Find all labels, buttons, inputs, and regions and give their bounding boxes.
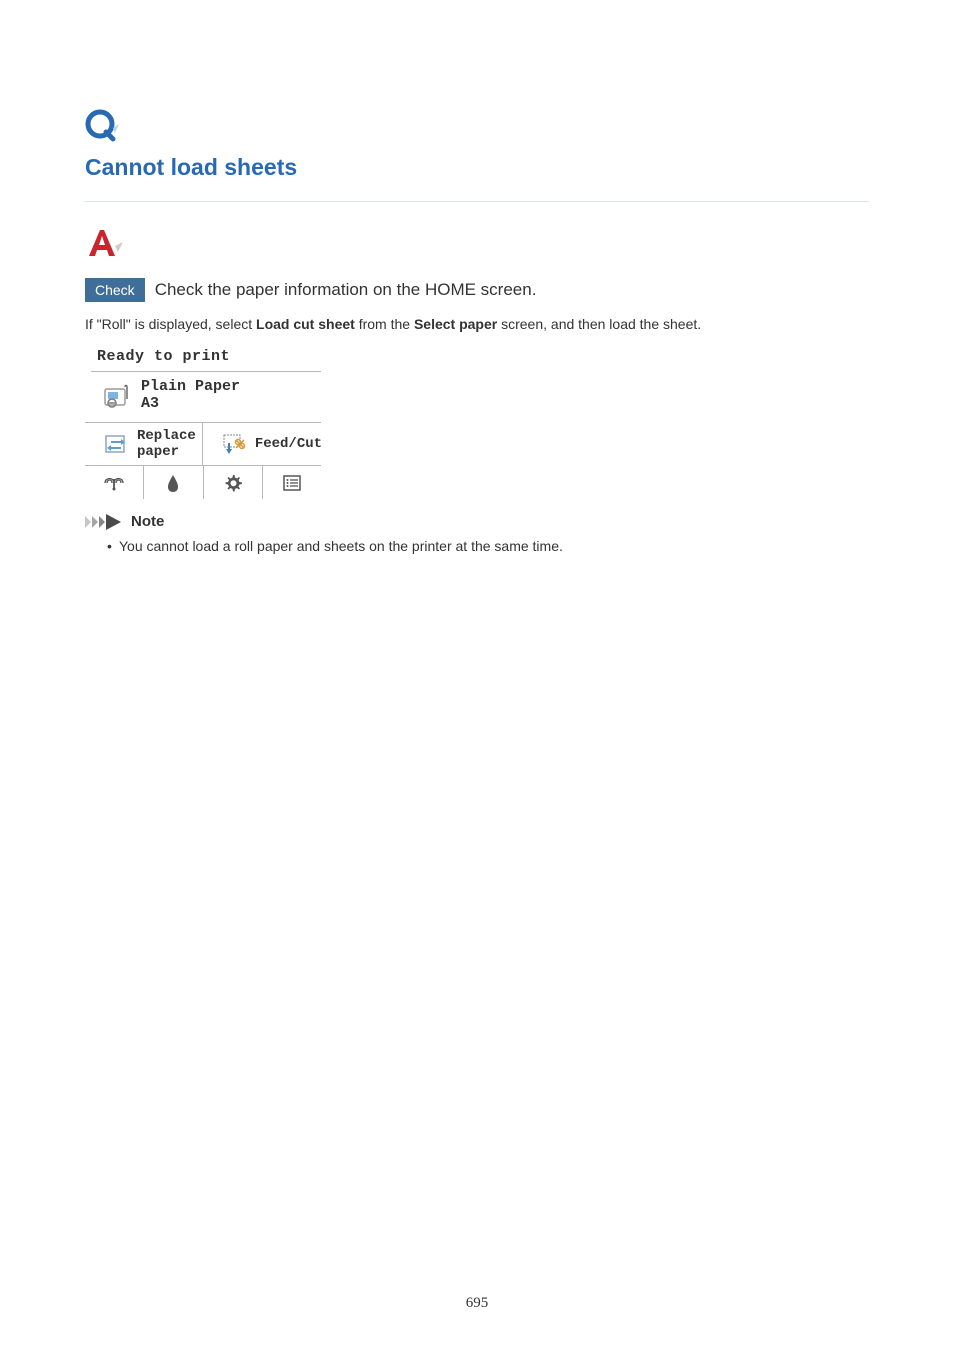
chevron-icon <box>85 514 125 530</box>
paper-roll-icon <box>103 381 131 409</box>
settings-button[interactable] <box>204 466 263 499</box>
check-badge: Check <box>85 278 145 302</box>
list-icon <box>282 474 302 492</box>
ink-button[interactable] <box>144 466 203 499</box>
replace-paper-button[interactable]: Replace paper <box>85 423 203 465</box>
feed-cut-label: Feed/Cut <box>255 436 322 452</box>
feed-cut-icon <box>221 431 247 457</box>
replace-paper-label: Replace paper <box>137 428 196 460</box>
instruction-text: If "Roll" is displayed, select Load cut … <box>85 316 869 332</box>
paper-info-row[interactable]: Plain Paper A3 <box>85 372 321 422</box>
check-instruction: Check the paper information on the HOME … <box>155 280 537 300</box>
page-number: 695 <box>0 1295 954 1312</box>
wifi-icon <box>103 473 125 493</box>
jobs-button[interactable] <box>263 466 321 499</box>
printer-home-screen: Ready to print Plain Paper A3 <box>85 346 321 499</box>
question-icon <box>85 108 869 144</box>
feed-cut-button[interactable]: Feed/Cut <box>203 423 328 465</box>
answer-icon <box>85 226 869 260</box>
gear-icon <box>223 473 243 493</box>
replace-paper-icon <box>103 431 129 457</box>
paper-type: Plain Paper <box>141 378 240 395</box>
note-item: You cannot load a roll paper and sheets … <box>107 538 869 554</box>
note-title: Note <box>131 513 164 530</box>
status-text: Ready to print <box>85 346 321 371</box>
note-header: Note <box>85 513 869 530</box>
paper-size: A3 <box>141 395 240 412</box>
page-title: Cannot load sheets <box>85 154 869 181</box>
ink-drop-icon <box>165 473 181 493</box>
wifi-button[interactable] <box>85 466 144 499</box>
divider <box>85 201 869 202</box>
